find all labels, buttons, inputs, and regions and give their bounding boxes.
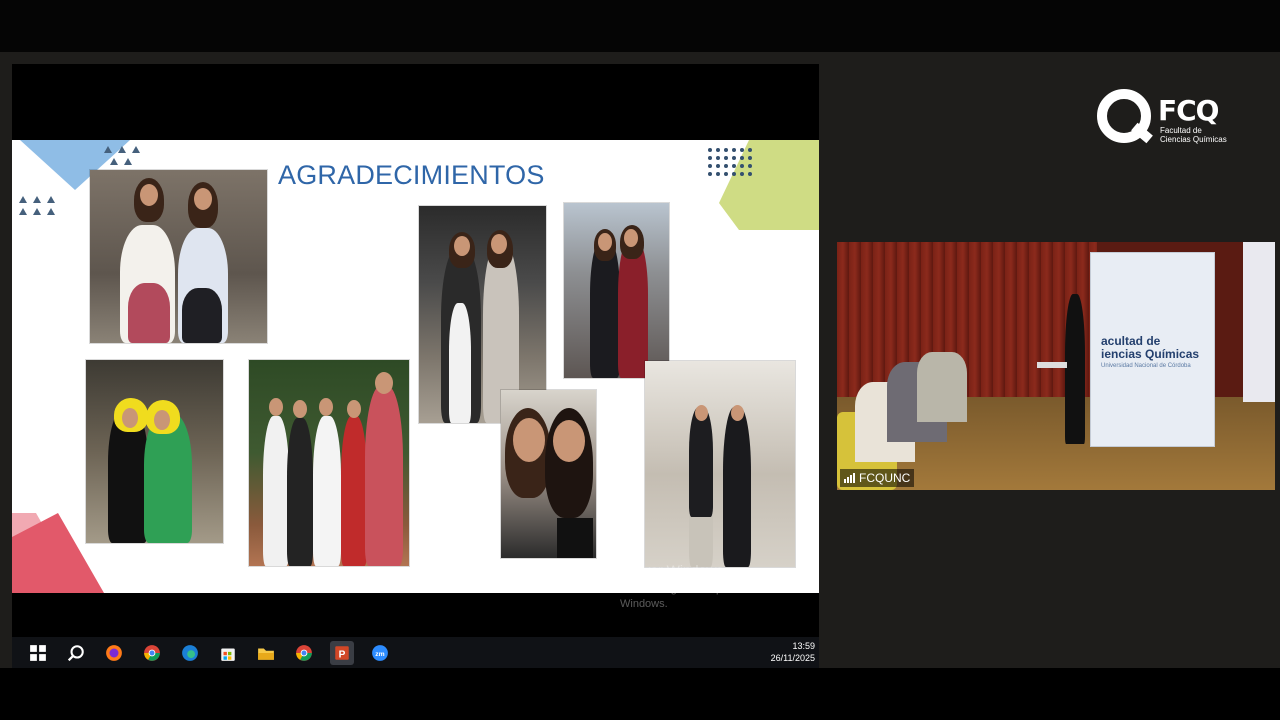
clock-date: 26/11/2025 <box>770 653 815 663</box>
activate-windows-watermark: Activar Windows Ve a Configuración para … <box>620 562 790 612</box>
photo-two-women-stone-wall <box>90 170 267 343</box>
logo-subtitle: Facultad de Ciencias Químicas <box>1160 126 1227 144</box>
triangle-pattern-decoration <box>104 146 140 153</box>
chrome-icon[interactable] <box>292 641 316 665</box>
logo-name: FCQ <box>1158 94 1219 127</box>
photo-two-women-hall <box>645 361 795 567</box>
photo-group-garden <box>249 360 409 566</box>
logo-subtitle-line1: Facultad de <box>1160 126 1202 135</box>
svg-text:P: P <box>339 649 346 660</box>
triangle-pattern-decoration <box>19 196 55 203</box>
fcq-logo-mark-icon <box>1097 89 1153 144</box>
fcq-banner: acultad de iencias Químicas Universidad … <box>1090 252 1215 447</box>
photo-women-yellow-wigs <box>86 360 223 543</box>
store-icon[interactable] <box>216 641 240 665</box>
banner-title-line2: iencias Químicas <box>1101 347 1200 361</box>
file-explorer-icon[interactable] <box>254 641 278 665</box>
logo-subtitle-line2: Ciencias Químicas <box>1160 135 1227 144</box>
slide-title: AGRADECIMIENTOS <box>278 160 545 190</box>
participant-video[interactable]: acultad de iencias Químicas Universidad … <box>837 242 1275 490</box>
side-table <box>1037 362 1067 368</box>
bottom-letterbox <box>0 668 1280 720</box>
fcq-logo: FCQ Facultad de Ciencias Químicas <box>1096 88 1246 148</box>
svg-text:zm: zm <box>375 650 384 657</box>
projection-screen <box>1243 242 1275 402</box>
presentation-slide: AGRADECIMIENTOS <box>12 140 819 593</box>
signal-bars-icon <box>844 473 855 483</box>
taskbar-clock[interactable]: 13:59 26/11/2025 <box>771 640 815 664</box>
photo-selfie-sunglasses <box>501 390 596 558</box>
chrome-icon[interactable] <box>140 641 164 665</box>
participant-name: FCQUNC <box>859 471 911 485</box>
clock-time: 13:59 <box>792 641 815 651</box>
top-letterbox <box>0 0 1280 52</box>
powerpoint-icon[interactable]: P <box>330 640 354 665</box>
photo-two-women-event <box>564 203 669 378</box>
watermark-title: Activar Windows <box>620 562 724 578</box>
edge-icon[interactable] <box>178 641 202 665</box>
participant-name-label: FCQUNC <box>840 469 915 487</box>
firefox-icon[interactable] <box>102 641 126 665</box>
triangle-pattern-decoration <box>110 158 132 165</box>
banner-subtitle: Universidad Nacional de Córdoba <box>1101 363 1191 369</box>
watermark-subtitle: Ve a Configuración para activar Windows. <box>620 583 774 610</box>
dot-pattern-decoration <box>708 148 752 176</box>
windows-taskbar: P zm 13:59 26/11/2025 <box>12 637 819 668</box>
windows-start-icon[interactable] <box>26 641 50 665</box>
speaker <box>1065 294 1085 444</box>
search-icon[interactable] <box>64 641 88 665</box>
zoom-icon[interactable]: zm <box>368 641 392 665</box>
triangle-pattern-decoration <box>19 208 55 215</box>
